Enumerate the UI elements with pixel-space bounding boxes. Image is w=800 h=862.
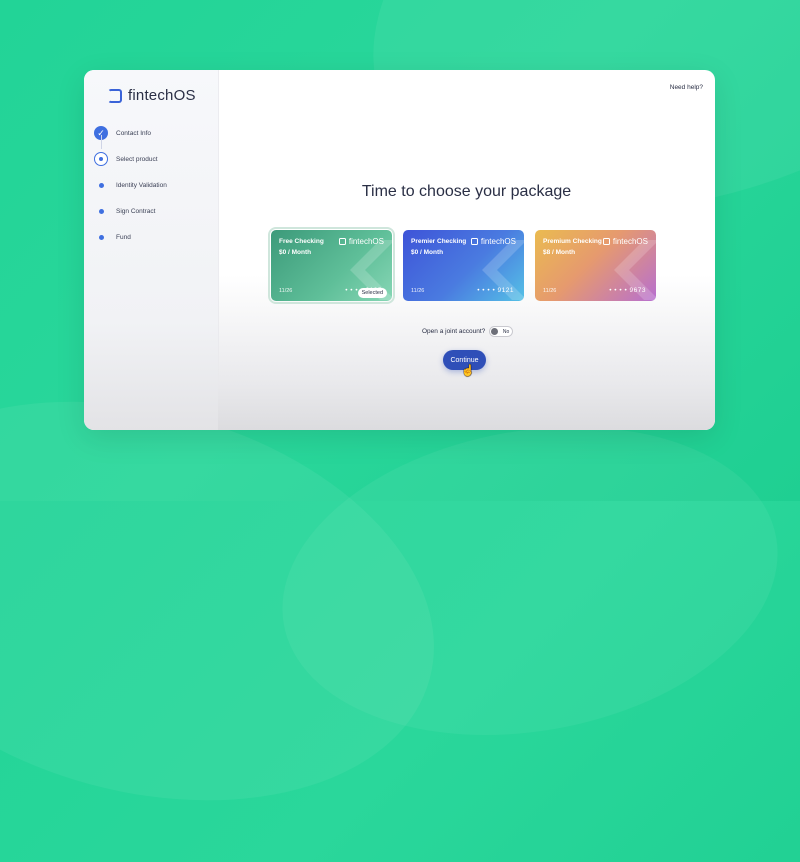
brand-icon [338,238,346,245]
card-brand-name: fintechOS [480,237,516,246]
current-step-icon [94,152,108,166]
card-brand-name: fintechOS [348,237,384,246]
joint-account-toggle[interactable]: No [489,326,514,337]
brand-logo[interactable]: fintechOS [108,87,196,104]
brand-name: fintechOS [128,87,196,104]
step-contact-info[interactable]: ✓ Contact Info [94,120,167,149]
card-name: Free Checking [279,238,324,245]
step-label: Select product [116,155,158,163]
step-fund[interactable]: Fund [94,224,167,250]
step-label: Fund [116,233,131,241]
page-title: Time to choose your package [361,183,572,200]
step-select-product[interactable]: Select product [94,146,167,172]
card-premium-checking[interactable]: Premium Checking $8 / Month fintechOS 11… [535,230,656,301]
card-number: • • • • 9121 [477,287,514,294]
card-number: • • • • 9673 [609,287,646,294]
brand-icon [470,238,478,245]
toggle-value: No [502,328,510,335]
step-label: Identity Validation [116,181,167,189]
logo-icon [108,88,122,103]
app-window: fintechOS ✓ Contact Info Select product … [84,70,715,430]
pending-dot-icon [98,234,104,240]
card-price: $0 / Month [279,249,312,256]
step-label: Sign Contract [116,207,156,215]
card-brand-name: fintechOS [612,237,648,246]
step-sign-contract[interactable]: Sign Contract [94,198,167,224]
joint-account-label: Open a joint account? [422,328,486,335]
pending-dot-icon [98,208,104,214]
pending-dot-icon [98,182,104,188]
card-expiry: 11/26 [411,288,425,294]
card-price: $8 / Month [543,249,576,256]
card-name: Premium Checking [543,238,602,245]
progress-steps: ✓ Contact Info Select product Identity V… [94,120,167,250]
pointer-cursor-icon: ☝ [461,365,475,377]
card-expiry: 11/26 [543,288,557,294]
card-premier-checking[interactable]: Premier Checking $0 / Month fintechOS 11… [403,230,524,301]
card-free-checking[interactable]: Free Checking $0 / Month fintechOS 11/26… [268,227,395,304]
joint-account-row: Open a joint account? No [422,326,514,337]
brand-icon [602,238,610,245]
toggle-knob [491,328,499,335]
sidebar: fintechOS ✓ Contact Info Select product … [84,70,219,430]
step-label: Contact Info [116,129,152,137]
selected-badge: Selected [357,288,387,298]
package-cards: Free Checking $0 / Month fintechOS 11/26… [268,227,656,304]
need-help-link[interactable]: Need help? [670,84,703,91]
card-name: Premier Checking [411,238,467,245]
card-brand: fintechOS [338,237,384,246]
card-brand: fintechOS [470,237,516,246]
step-identity-validation[interactable]: Identity Validation [94,172,167,198]
card-expiry: 11/26 [279,288,293,294]
card-brand: fintechOS [602,237,648,246]
card-price: $0 / Month [411,249,444,256]
